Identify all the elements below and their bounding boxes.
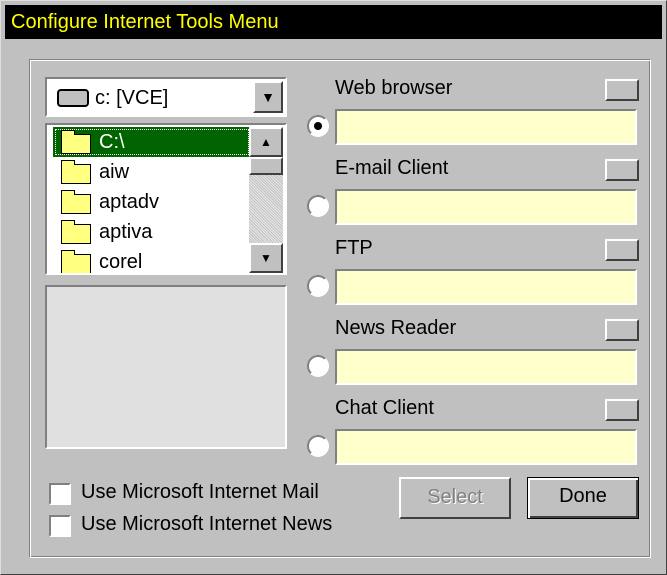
list-item[interactable]: aiw (53, 157, 251, 187)
open-folder-icon (61, 130, 91, 154)
chevron-down-icon: ▼ (261, 89, 275, 105)
folder-list[interactable]: C:\ aiw aptadv aptiva corel ▲ ▼ (45, 123, 287, 275)
email-client-browse-button[interactable] (605, 159, 639, 181)
email-client-radio[interactable] (307, 195, 329, 217)
web-browser-browse-button[interactable] (605, 79, 639, 101)
use-ms-mail-label: Use Microsoft Internet Mail (81, 481, 319, 503)
news-reader-radio[interactable] (307, 355, 329, 377)
configure-dialog: Configure Internet Tools Menu c: [VCE] ▼… (0, 0, 667, 575)
news-reader-label: News Reader (335, 317, 457, 339)
folder-label: corel (99, 251, 143, 273)
arrow-up-icon: ▲ (260, 135, 272, 149)
folder-scrollbar[interactable]: ▲ ▼ (249, 127, 283, 273)
select-button[interactable]: Select (399, 477, 511, 519)
ftp-label: FTP (335, 237, 373, 259)
folder-icon (61, 220, 91, 244)
folder-label: aptiva (99, 221, 153, 243)
email-client-label: E-mail Client (335, 157, 449, 179)
list-item[interactable]: C:\ (53, 127, 251, 157)
folder-icon (61, 160, 91, 184)
done-button-label: Done (559, 485, 607, 507)
list-item[interactable]: aptadv (53, 187, 251, 217)
news-reader-browse-button[interactable] (605, 319, 639, 341)
ftp-path-input[interactable] (335, 269, 637, 305)
drive-label: c: [VCE] (95, 87, 169, 109)
folder-label: C:\ (99, 131, 125, 153)
web-browser-path-input[interactable] (335, 109, 637, 145)
drive-select[interactable]: c: [VCE] ▼ (45, 77, 287, 117)
folder-icon (61, 190, 91, 214)
window-title: Configure Internet Tools Menu (11, 11, 279, 33)
drive-icon (57, 89, 89, 107)
arrow-down-icon: ▼ (260, 251, 272, 265)
ftp-radio[interactable] (307, 275, 329, 297)
done-button[interactable]: Done (527, 477, 639, 519)
chat-client-radio[interactable] (307, 435, 329, 457)
folder-icon (61, 250, 91, 273)
drive-dropdown-button[interactable]: ▼ (253, 81, 283, 113)
news-reader-path-input[interactable] (335, 349, 637, 385)
folder-label: aiw (99, 161, 130, 183)
scroll-down-button[interactable]: ▼ (249, 243, 283, 273)
list-item[interactable]: aptiva (53, 217, 251, 247)
use-ms-news-checkbox[interactable] (49, 515, 71, 537)
web-browser-radio[interactable] (307, 115, 329, 137)
chat-client-label: Chat Client (335, 397, 434, 419)
file-info-panel (45, 285, 287, 449)
email-client-path-input[interactable] (335, 189, 637, 225)
chat-client-path-input[interactable] (335, 429, 637, 465)
use-ms-mail-checkbox[interactable] (49, 483, 71, 505)
select-button-label: Select (427, 486, 483, 508)
chat-client-browse-button[interactable] (605, 399, 639, 421)
web-browser-label: Web browser (335, 77, 453, 99)
scroll-thumb[interactable] (249, 157, 283, 175)
scroll-up-button[interactable]: ▲ (249, 127, 283, 157)
use-ms-news-label: Use Microsoft Internet News (81, 513, 333, 535)
title-bar[interactable]: Configure Internet Tools Menu (5, 5, 662, 39)
folder-label: aptadv (99, 191, 160, 213)
ftp-browse-button[interactable] (605, 239, 639, 261)
list-item[interactable]: corel (53, 247, 251, 273)
